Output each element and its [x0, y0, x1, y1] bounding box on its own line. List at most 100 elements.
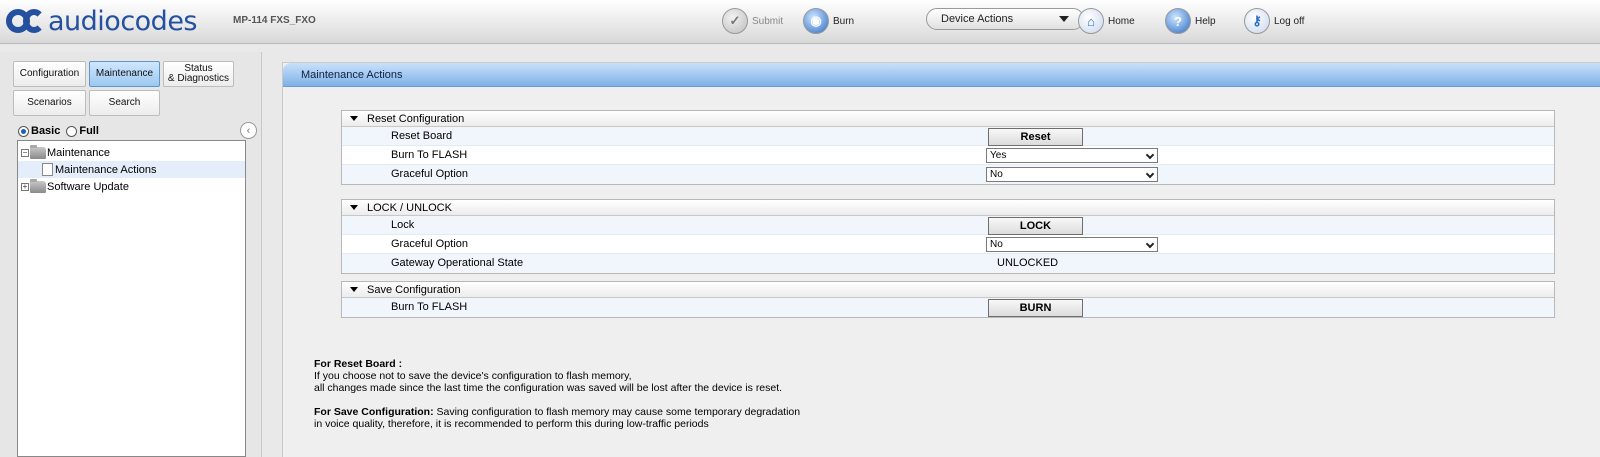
device-actions-dropdown[interactable]: Device Actions: [926, 8, 1084, 30]
logoff-button[interactable]: ⚷ Log off: [1244, 7, 1304, 35]
graceful-option-select[interactable]: No: [986, 167, 1158, 182]
burn-label: Burn: [833, 15, 855, 27]
tree-item-label: Maintenance Actions: [55, 163, 157, 176]
collapse-triangle-icon: [350, 287, 358, 292]
reset-note-line1: If you choose not to save the device's c…: [314, 370, 632, 382]
reset-configuration-header[interactable]: Reset Configuration: [342, 111, 1554, 127]
lock-graceful-option-select[interactable]: No: [986, 237, 1158, 252]
page-icon: [42, 163, 53, 176]
tree-item-maintenance-actions[interactable]: Maintenance Actions: [18, 161, 245, 178]
view-mode-selector: Basic Full: [18, 125, 99, 137]
graceful-option-row: Graceful Option No: [342, 165, 1554, 184]
graceful-option-label: Graceful Option: [391, 238, 469, 250]
tree-item-software-update[interactable]: + Software Update: [18, 178, 245, 195]
tab-search[interactable]: Search: [89, 90, 160, 116]
device-model: MP-114 FXS_FXO: [233, 15, 316, 26]
brand-name: audiocodes: [48, 5, 198, 37]
tab-status-label-line2: & Diagnostics: [167, 73, 230, 84]
key-icon: ⚷: [1244, 8, 1270, 34]
reset-configuration-section: Reset Configuration Reset Board Reset Bu…: [341, 110, 1555, 185]
save-configuration-section: Save Configuration Burn To FLASH BURN: [341, 281, 1555, 318]
page-title-bar: Maintenance Actions: [283, 63, 1600, 87]
tab-configuration[interactable]: Configuration: [13, 61, 86, 87]
tab-search-label: Search: [108, 97, 141, 108]
chevron-left-icon: ‹: [246, 124, 251, 137]
radio-full-label: Full: [79, 125, 99, 137]
tab-maintenance[interactable]: Maintenance: [89, 61, 160, 87]
save-note-heading: For Save Configuration:: [314, 406, 434, 418]
chevron-down-icon: [1145, 169, 1155, 179]
lock-unlock-section: LOCK / UNLOCK Lock LOCK Graceful Option …: [341, 199, 1555, 274]
burn-to-flash-value: Yes: [990, 150, 1007, 161]
folder-icon: [30, 144, 46, 159]
home-label: Home: [1108, 15, 1135, 27]
burn-button[interactable]: BURN: [988, 299, 1083, 317]
folder-icon: [30, 178, 46, 193]
graceful-option-value: No: [990, 169, 1003, 180]
chevron-down-icon: [1145, 239, 1155, 249]
logoff-label: Log off: [1274, 15, 1305, 27]
chevron-down-icon: [1059, 16, 1069, 22]
home-button[interactable]: ⌂ Home: [1078, 7, 1135, 35]
graceful-option-label: Graceful Option: [391, 168, 469, 180]
nav-tabs: Configuration Maintenance Status & Diagn…: [9, 55, 243, 116]
tree-item-label: Maintenance: [47, 146, 110, 159]
home-icon: ⌂: [1078, 8, 1104, 34]
radio-basic-label: Basic: [31, 125, 61, 137]
audiocodes-logo-mark: [6, 6, 46, 36]
reset-note-heading: For Reset Board :: [314, 358, 403, 370]
tab-scenarios-label: Scenarios: [27, 97, 72, 108]
lock-button[interactable]: LOCK: [988, 217, 1083, 235]
collapse-icon[interactable]: −: [21, 148, 29, 157]
help-label: Help: [1195, 15, 1216, 27]
tree-item-maintenance[interactable]: − Maintenance: [18, 144, 245, 161]
lock-graceful-option-row: Graceful Option No: [342, 235, 1554, 254]
help-icon: ?: [1165, 8, 1191, 34]
submit-button[interactable]: ✓ Submit: [722, 7, 783, 35]
navigation-panel: Configuration Maintenance Status & Diagn…: [0, 52, 262, 457]
save-note-line2: in voice quality, therefore, it is recom…: [314, 418, 709, 430]
page-title: Maintenance Actions: [301, 68, 403, 81]
section-title: Reset Configuration: [367, 112, 465, 125]
section-title: LOCK / UNLOCK: [367, 201, 452, 214]
burn-to-flash-label: Burn To FLASH: [391, 301, 468, 313]
lock-row: Lock LOCK: [342, 216, 1554, 235]
tab-configuration-label: Configuration: [19, 68, 80, 79]
tree-item-label: Software Update: [47, 180, 129, 193]
navigation-tree: − Maintenance Maintenance Actions + Soft…: [17, 140, 246, 457]
audiocodes-logo: audiocodes: [6, 4, 198, 38]
submit-label: Submit: [752, 15, 784, 27]
gateway-state-label: Gateway Operational State: [391, 257, 524, 269]
save-configuration-header[interactable]: Save Configuration: [342, 282, 1554, 298]
burn-button[interactable]: ◉ Burn: [803, 7, 854, 35]
radio-basic[interactable]: [18, 125, 29, 137]
tab-status-diagnostics[interactable]: Status & Diagnostics: [163, 61, 234, 87]
reset-board-label: Reset Board: [391, 130, 453, 142]
device-actions-label: Device Actions: [941, 13, 1014, 25]
collapse-triangle-icon: [350, 116, 358, 121]
tab-scenarios[interactable]: Scenarios: [13, 90, 86, 116]
graceful-option-value: No: [990, 239, 1003, 250]
top-toolbar: audiocodes MP-114 FXS_FXO ✓ Submit ◉ Bur…: [0, 0, 1600, 44]
burn-to-flash-label: Burn To FLASH: [391, 149, 468, 161]
save-note-line1: Saving configuration to flash memory may…: [433, 406, 801, 418]
lock-label: Lock: [391, 219, 415, 231]
radio-full[interactable]: [66, 125, 78, 137]
collapse-panel-button[interactable]: ‹: [240, 122, 257, 139]
help-notes: For Reset Board : If you choose not to s…: [314, 358, 800, 430]
gateway-state-row: Gateway Operational State UNLOCKED: [342, 254, 1554, 273]
burn-to-flash-select[interactable]: Yes: [986, 148, 1158, 163]
section-title: Save Configuration: [367, 283, 461, 296]
save-burn-row: Burn To FLASH BURN: [342, 298, 1554, 317]
expand-icon[interactable]: +: [21, 182, 29, 191]
reset-note-line2: all changes made since the last time the…: [314, 382, 783, 394]
reset-button[interactable]: Reset: [988, 128, 1083, 146]
checkmark-icon: ✓: [722, 8, 748, 34]
collapse-triangle-icon: [350, 205, 358, 210]
burn-disc-icon: ◉: [803, 8, 829, 34]
help-button[interactable]: ? Help: [1165, 7, 1216, 35]
chevron-down-icon: [1145, 150, 1155, 160]
burn-to-flash-row: Burn To FLASH Yes: [342, 146, 1554, 165]
tab-maintenance-label: Maintenance: [95, 68, 154, 79]
lock-unlock-header[interactable]: LOCK / UNLOCK: [342, 200, 1554, 216]
